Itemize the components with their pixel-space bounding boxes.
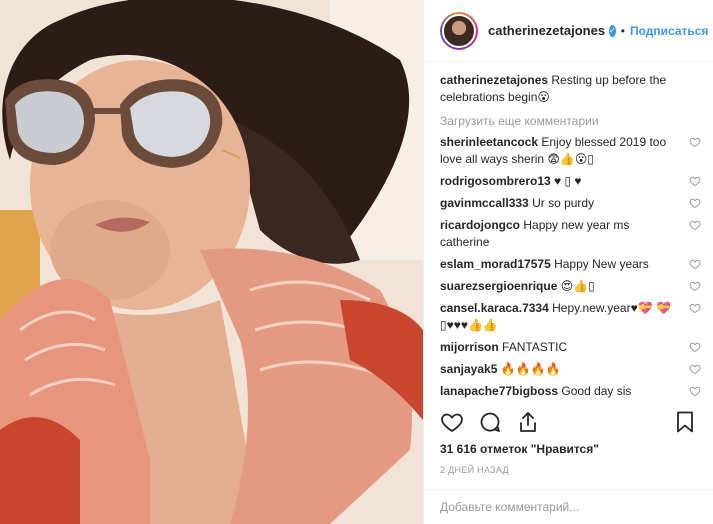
follow-button[interactable]: Подписаться (630, 24, 708, 38)
comment-text: Ur so purdy (528, 196, 595, 210)
comment-item: sherinleetancock Enjoy blessed 2019 too … (440, 134, 701, 168)
comment-item: sanjayak5 🔥🔥🔥🔥 (440, 361, 701, 378)
post-sidebar: catherinezetajones ✓ • Подписаться cathe… (423, 0, 713, 524)
share-icon[interactable] (516, 410, 540, 434)
post-photo[interactable] (0, 0, 423, 524)
comment-username[interactable]: rodrigosombrero13 (440, 174, 551, 188)
comments-list: catherinezetajones Resting up before the… (440, 72, 701, 405)
comment-text: FANTASTIC (498, 340, 568, 354)
comment-item: gavinmccall333 Ur so purdy (440, 195, 701, 212)
comment-item: lanapache77bigboss Good day sis (440, 383, 701, 400)
bookmark-icon[interactable] (673, 410, 697, 434)
comment-item: rodrigosombrero13 ♥ ▯ ♥ (440, 173, 701, 190)
comment-item: ricardojongco Happy new year ms catherin… (440, 217, 701, 251)
header-username[interactable]: catherinezetajones (488, 23, 605, 38)
selfie-illustration (0, 0, 423, 524)
likes-count[interactable]: 31 616 отметок "Нравится" (440, 442, 599, 456)
heart-icon[interactable] (689, 341, 701, 353)
heart-icon[interactable] (689, 363, 701, 375)
comment-item: cansel.karaca.7334 Hepy.new.year♥💝 💝▯♥♥♥… (440, 300, 701, 334)
heart-icon[interactable] (689, 219, 701, 231)
comment-item: suarezsergioenrique 😍👍▯ (440, 278, 701, 295)
like-heart-icon[interactable] (440, 410, 464, 434)
verified-badge-icon: ✓ (609, 24, 616, 37)
add-comment-bar (424, 489, 713, 524)
comment-username[interactable]: eslam_morad17575 (440, 257, 551, 271)
caption-username[interactable]: catherinezetajones (440, 73, 548, 87)
separator-dot: • (620, 23, 625, 38)
post-timestamp[interactable]: 2 ДНЕЙ НАЗАД (440, 465, 509, 475)
comment-username[interactable]: lanapache77bigboss (440, 384, 558, 398)
comment-item: mijorrison FANTASTIC (440, 339, 701, 356)
comment-username[interactable]: mijorrison (440, 340, 499, 354)
comment-username[interactable]: suarezsergioenrique (440, 279, 557, 293)
heart-icon[interactable] (689, 136, 701, 148)
post-actions (440, 406, 697, 438)
heart-icon[interactable] (689, 175, 701, 187)
comment-item: eslam_morad17575 Happy New years (440, 256, 701, 273)
instagram-post: catherinezetajones ✓ • Подписаться cathe… (0, 0, 713, 524)
comment-text: 😍👍▯ (557, 279, 595, 293)
heart-icon[interactable] (689, 197, 701, 209)
comment-username[interactable]: ricardojongco (440, 218, 520, 232)
post-caption: catherinezetajones Resting up before the… (440, 72, 680, 106)
heart-icon[interactable] (689, 280, 701, 292)
comment-text: 🔥🔥🔥🔥 (497, 362, 561, 376)
load-more-comments[interactable]: Загрузить еще комментарии (440, 114, 701, 128)
heart-icon[interactable] (689, 258, 701, 270)
comment-text: ♥ ▯ ♥ (550, 174, 582, 188)
add-comment-input[interactable] (440, 500, 697, 514)
comment-username[interactable]: cansel.karaca.7334 (440, 301, 549, 315)
avatar[interactable] (440, 11, 478, 50)
heart-icon[interactable] (689, 385, 701, 397)
comment-icon[interactable] (478, 410, 502, 434)
comment-text: Good day sis (558, 384, 632, 398)
comment-text: Happy New years (550, 257, 649, 271)
comment-username[interactable]: gavinmccall333 (440, 196, 529, 210)
comment-username[interactable]: sherinleetancock (440, 135, 538, 149)
comment-username[interactable]: sanjayak5 (440, 362, 497, 376)
post-header: catherinezetajones ✓ • Подписаться (424, 0, 713, 62)
heart-icon[interactable] (689, 302, 701, 314)
